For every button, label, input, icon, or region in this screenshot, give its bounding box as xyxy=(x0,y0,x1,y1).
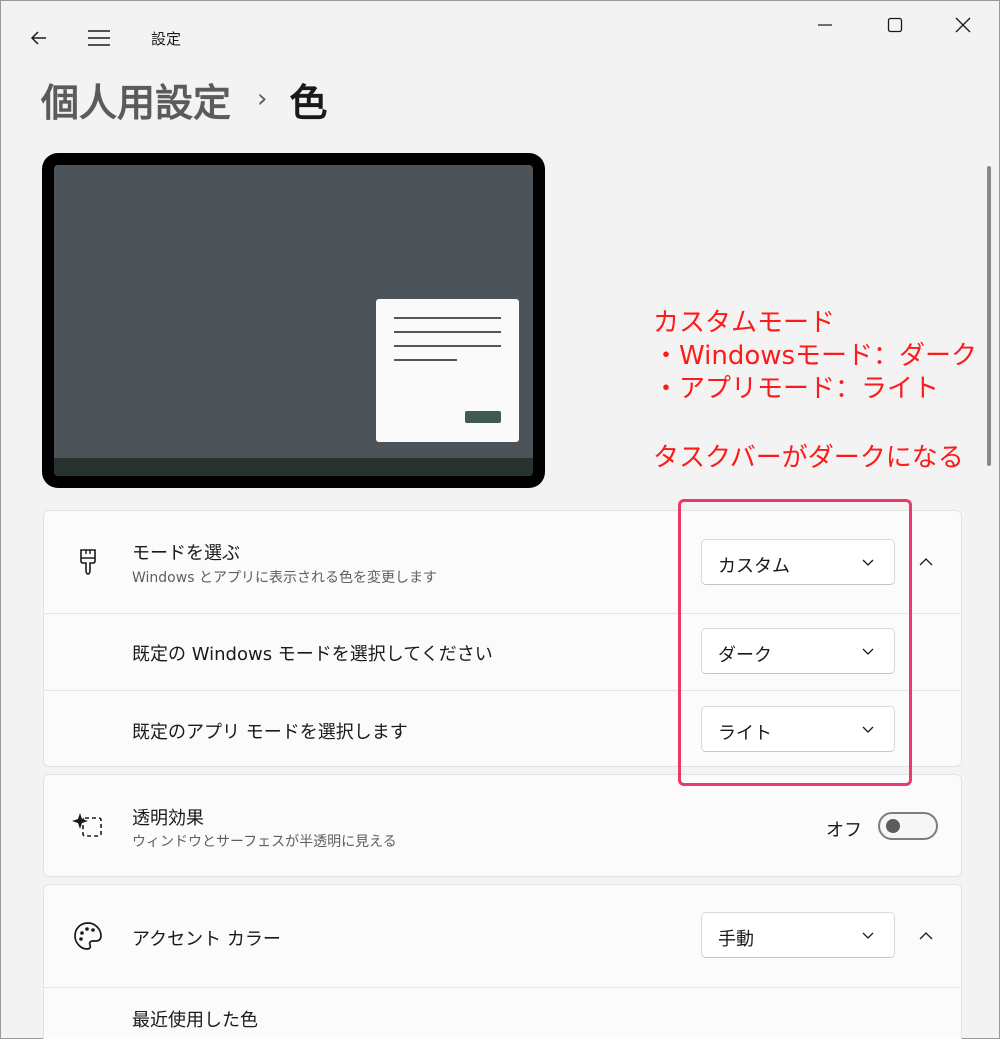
preview-button xyxy=(465,411,501,423)
annotation-text: カスタムモード ・Windowsモード：ダーク ・アプリモード：ライト xyxy=(653,307,977,406)
title-bar: 設定 xyxy=(1,1,1000,57)
accent-dropdown-value: 手動 xyxy=(718,929,754,950)
back-button[interactable] xyxy=(19,18,59,58)
chevron-up-icon xyxy=(919,558,933,566)
sparkle-icon xyxy=(68,806,108,846)
navigation-menu-button[interactable] xyxy=(79,18,119,58)
scrollbar-thumb[interactable] xyxy=(987,166,991,466)
recent-colors-label: 最近使用した色 xyxy=(132,1010,258,1031)
transparency-toggle[interactable] xyxy=(878,812,938,840)
preview-app-window xyxy=(376,299,519,442)
preview-text-line xyxy=(394,317,501,319)
accent-title: アクセント カラー xyxy=(132,929,281,950)
annotation-line: カスタムモード xyxy=(653,308,836,338)
close-icon xyxy=(955,17,971,33)
preview-text-line xyxy=(394,359,457,361)
mode-title: モードを選ぶ xyxy=(132,543,240,564)
accent-row[interactable]: アクセント カラー 手動 xyxy=(44,885,961,987)
app-mode-label: 既定のアプリ モードを選択します xyxy=(132,722,408,743)
mode-collapse-button[interactable] xyxy=(910,546,942,578)
preview-text-line xyxy=(394,331,501,333)
back-arrow-icon xyxy=(30,31,46,45)
annotation-result: タスクバーがダークになる xyxy=(653,443,964,473)
palette-icon xyxy=(68,916,108,956)
transparency-card: 透明効果 ウィンドウとサーフェスが半透明に見える オフ xyxy=(43,774,962,877)
maximize-button[interactable] xyxy=(861,1,929,49)
windows-mode-label: 既定の Windows モードを選択してください xyxy=(132,644,493,665)
annotation-line: ・アプリモード：ライト xyxy=(653,374,940,404)
theme-preview xyxy=(42,153,545,488)
accent-dropdown[interactable]: 手動 xyxy=(701,912,895,958)
close-button[interactable] xyxy=(929,1,997,49)
page-title: 色 xyxy=(289,80,328,125)
divider xyxy=(44,987,961,988)
toggle-knob xyxy=(886,819,900,833)
maximize-icon xyxy=(887,17,903,33)
breadcrumb-parent-link[interactable]: 個人用設定 xyxy=(41,72,231,127)
minimize-icon xyxy=(818,24,832,26)
preview-desktop xyxy=(54,165,533,476)
mode-subtitle: Windows とアプリに表示される色を変更します xyxy=(132,570,437,586)
paintbrush-icon xyxy=(68,542,108,582)
annotation-highlight-box xyxy=(678,499,912,786)
transparency-title: 透明効果 xyxy=(132,808,204,829)
preview-taskbar xyxy=(54,458,533,476)
breadcrumb-separator-icon: › xyxy=(257,84,268,114)
preview-text-line xyxy=(394,345,501,347)
annotation-line: ・Windowsモード：ダーク xyxy=(653,341,978,371)
transparency-subtitle: ウィンドウとサーフェスが半透明に見える xyxy=(132,834,397,850)
accent-card: アクセント カラー 手動 最近使用した色 xyxy=(43,884,962,1039)
accent-collapse-button[interactable] xyxy=(910,920,942,952)
settings-window: 設定 個人用設定 › 色 カスタムモード ・Windowsモード：ダーク ・アプ… xyxy=(0,0,1000,1039)
chevron-down-icon xyxy=(862,932,874,939)
app-title: 設定 xyxy=(151,30,182,48)
breadcrumb: 個人用設定 › 色 xyxy=(41,71,327,127)
transparency-state-label: オフ xyxy=(826,820,862,841)
hamburger-icon xyxy=(88,30,110,46)
minimize-button[interactable] xyxy=(791,1,859,49)
chevron-up-icon xyxy=(919,932,933,940)
